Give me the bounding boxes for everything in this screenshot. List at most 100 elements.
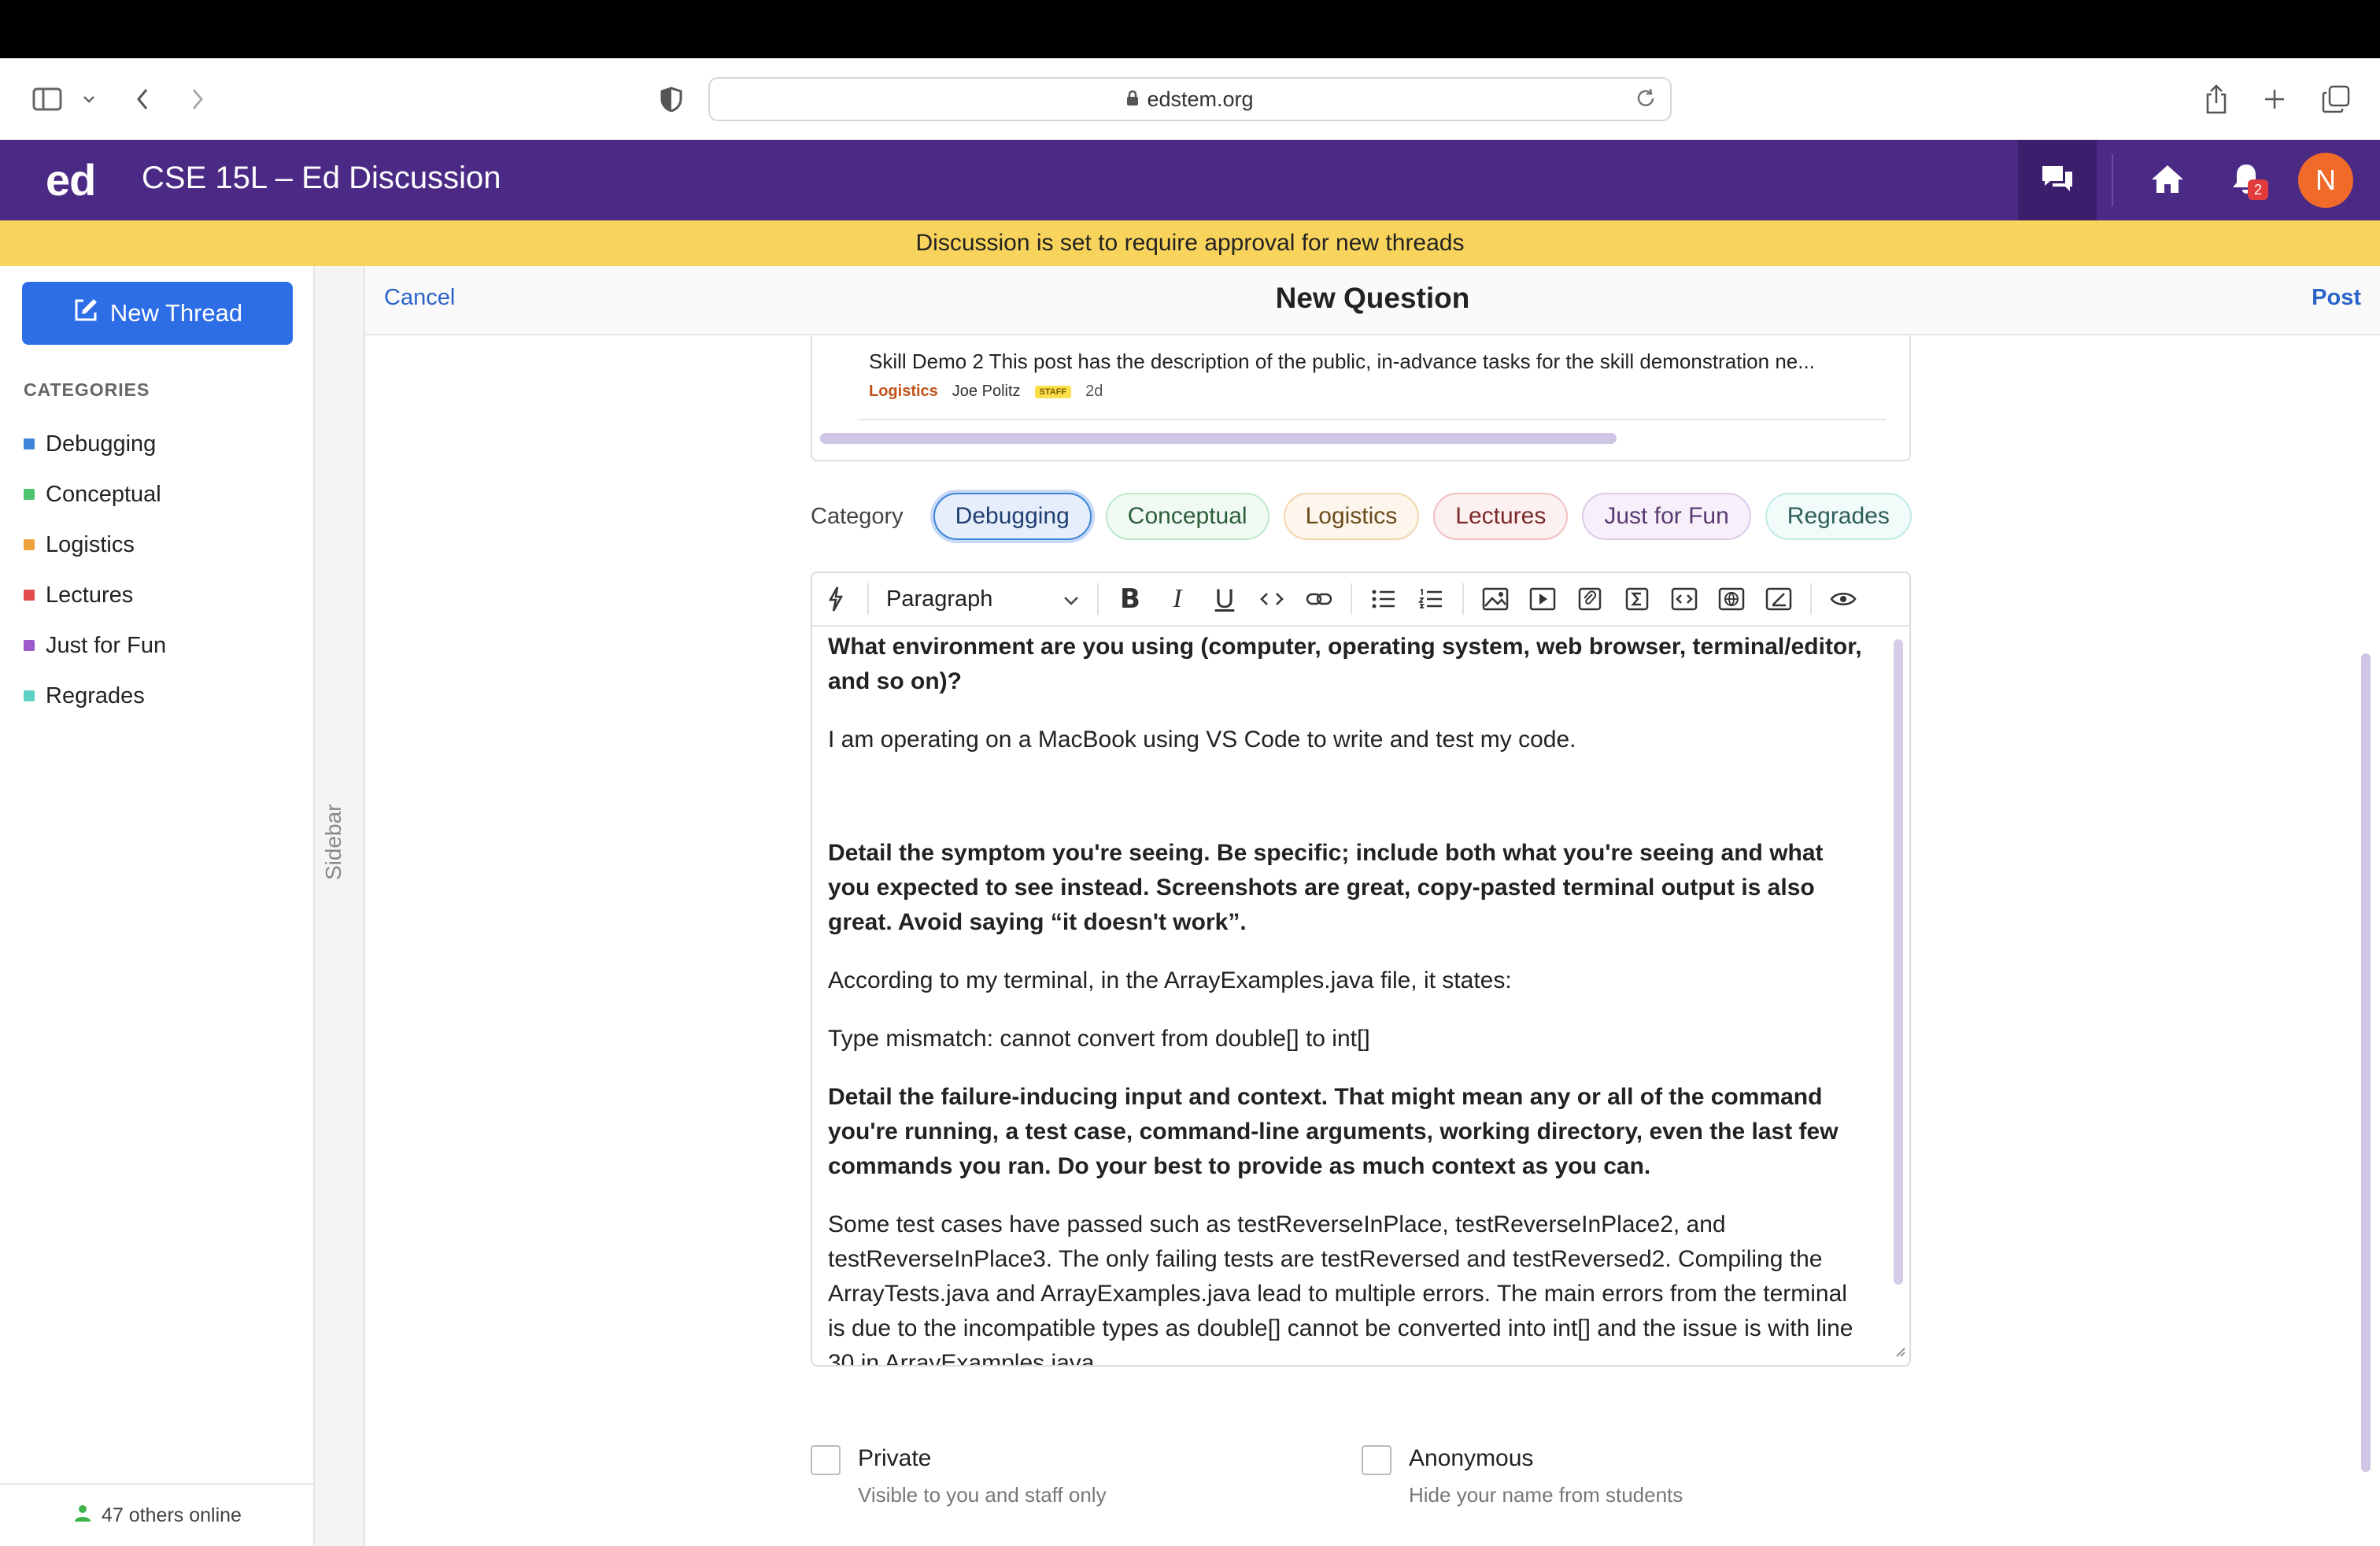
sidebar-item-conceptual[interactable]: Conceptual bbox=[24, 477, 161, 512]
category-chip-lectures[interactable]: Lectures bbox=[1433, 493, 1569, 540]
answer-paragraph: Type mismatch: cannot convert from doubl… bbox=[828, 1026, 1370, 1052]
app-header: ed CSE 15L – Ed Discussion 2 N bbox=[0, 140, 2380, 220]
sidebar-item-lectures[interactable]: Lectures bbox=[24, 578, 133, 612]
tab-overview-icon[interactable] bbox=[2319, 82, 2353, 117]
home-icon bbox=[2150, 163, 2185, 198]
chevron-down-icon[interactable] bbox=[77, 82, 101, 117]
toolbar-divider bbox=[1097, 583, 1099, 615]
web-embed-icon[interactable] bbox=[1708, 572, 1755, 626]
sidebar-item-logistics[interactable]: Logistics bbox=[24, 527, 135, 562]
category-chip-just-for-fun[interactable]: Just for Fun bbox=[1582, 493, 1751, 540]
ed-logo[interactable]: ed bbox=[46, 154, 96, 205]
related-divider bbox=[859, 419, 1886, 420]
category-chip-debugging[interactable]: Debugging bbox=[933, 493, 1092, 540]
just-for-fun-color-dot bbox=[24, 640, 35, 651]
logistics-color-dot bbox=[24, 539, 35, 550]
discussion-button[interactable] bbox=[2018, 140, 2097, 220]
sidebar-item-label: Logistics bbox=[46, 531, 135, 557]
avatar[interactable]: N bbox=[2298, 153, 2353, 208]
question-heading: Detail the symptom you're seeing. Be spe… bbox=[828, 840, 1824, 935]
rich-text-editor: Paragraph 𝗕 I U What environment are you… bbox=[811, 571, 1911, 1367]
new-thread-button[interactable]: New Thread bbox=[22, 282, 293, 345]
browser-toolbar: edstem.org bbox=[0, 58, 2380, 140]
page-title: New Question bbox=[1275, 282, 1470, 314]
lectures-color-dot bbox=[24, 590, 35, 601]
image-icon[interactable] bbox=[1472, 572, 1519, 626]
draw-icon[interactable] bbox=[1755, 572, 1802, 626]
user-icon bbox=[73, 1503, 92, 1528]
math-icon[interactable] bbox=[1613, 572, 1661, 626]
private-checkbox[interactable] bbox=[811, 1445, 841, 1475]
video-icon[interactable] bbox=[1519, 572, 1566, 626]
address-bar[interactable]: edstem.org bbox=[708, 77, 1672, 121]
preview-eye-icon[interactable] bbox=[1820, 572, 1867, 626]
editor-toolbar: Paragraph 𝗕 I U bbox=[812, 573, 1909, 627]
toolbar-divider bbox=[1351, 583, 1352, 615]
sidebar-toggle-icon[interactable] bbox=[30, 82, 65, 117]
forward-icon[interactable] bbox=[186, 82, 209, 117]
anonymous-checkbox[interactable] bbox=[1362, 1445, 1391, 1475]
anonymous-label: Anonymous bbox=[1409, 1445, 1534, 1471]
debugging-color-dot bbox=[24, 438, 35, 449]
online-status: 47 others online bbox=[0, 1483, 315, 1546]
underline-icon[interactable]: U bbox=[1201, 572, 1248, 626]
italic-icon[interactable]: I bbox=[1154, 572, 1201, 626]
notification-badge: 2 bbox=[2248, 179, 2268, 200]
code-block-icon[interactable] bbox=[1661, 572, 1708, 626]
sidebar-item-regrades[interactable]: Regrades bbox=[24, 679, 145, 713]
online-count: 47 others online bbox=[102, 1503, 242, 1526]
reload-icon[interactable] bbox=[1634, 87, 1658, 116]
sidebar-item-just-for-fun[interactable]: Just for Fun bbox=[24, 628, 166, 663]
attachment-icon[interactable] bbox=[1566, 572, 1613, 626]
answer-paragraph: I am operating on a MacBook using VS Cod… bbox=[828, 727, 1576, 753]
toolbar-divider bbox=[867, 583, 869, 615]
editor-content[interactable]: What environment are you using (computer… bbox=[812, 627, 1909, 1365]
link-icon[interactable] bbox=[1295, 572, 1343, 626]
cancel-button[interactable]: Cancel bbox=[384, 285, 455, 311]
shield-icon[interactable] bbox=[658, 82, 685, 117]
lightning-icon[interactable] bbox=[812, 572, 859, 626]
related-threads-panel: Skill Demo 2 This post has the descripti… bbox=[811, 335, 1911, 461]
inline-code-icon[interactable] bbox=[1248, 572, 1295, 626]
answer-paragraph: According to my terminal, in the ArrayEx… bbox=[828, 967, 1512, 993]
edit-icon bbox=[72, 297, 99, 330]
sidebar-collapse-label: Sidebar bbox=[321, 804, 346, 880]
related-thread-title[interactable]: Skill Demo 2 This post has the descripti… bbox=[869, 350, 1815, 374]
numbered-list-icon[interactable] bbox=[1407, 572, 1454, 626]
staff-badge: STAFF bbox=[1034, 385, 1072, 398]
category-chip-conceptual[interactable]: Conceptual bbox=[1105, 493, 1269, 540]
page-scrollbar[interactable] bbox=[2361, 653, 2371, 1472]
related-scrollbar[interactable] bbox=[820, 433, 1617, 444]
resize-handle-icon[interactable] bbox=[1894, 1345, 1906, 1362]
related-thread-time: 2d bbox=[1085, 383, 1103, 400]
sidebar-item-label: Just for Fun bbox=[46, 632, 167, 658]
category-chip-logistics[interactable]: Logistics bbox=[1283, 493, 1420, 540]
back-icon[interactable] bbox=[131, 82, 154, 117]
editor-scrollbar[interactable] bbox=[1894, 639, 1903, 1285]
chat-icon bbox=[2041, 164, 2074, 198]
header-divider bbox=[2112, 154, 2113, 206]
sidebar-item-label: Regrades bbox=[46, 682, 145, 708]
sidebar-item-label: Conceptual bbox=[46, 481, 161, 507]
new-thread-label: New Thread bbox=[109, 299, 243, 327]
approval-notice: Discussion is set to require approval fo… bbox=[0, 220, 2380, 266]
screen-top-bar bbox=[0, 0, 2380, 58]
toolbar-divider bbox=[1810, 583, 1812, 615]
home-button[interactable] bbox=[2128, 140, 2207, 220]
paragraph-style-select[interactable]: Paragraph bbox=[877, 586, 1089, 612]
course-title: CSE 15L – Ed Discussion bbox=[142, 161, 501, 195]
private-description: Visible to you and staff only bbox=[858, 1483, 1107, 1507]
related-thread-meta: Logistics Joe Politz STAFF 2d bbox=[869, 383, 1103, 401]
answer-paragraph: Some test cases have passed such as test… bbox=[828, 1211, 1853, 1365]
notifications-button[interactable] bbox=[2207, 140, 2286, 220]
post-button[interactable]: Post bbox=[2312, 285, 2361, 311]
bold-icon[interactable]: 𝗕 bbox=[1107, 572, 1154, 626]
sidebar-item-debugging[interactable]: Debugging bbox=[24, 427, 156, 461]
sidebar-item-label: Debugging bbox=[46, 431, 157, 457]
toolbar-divider bbox=[1462, 583, 1464, 615]
new-tab-icon[interactable] bbox=[2259, 82, 2290, 117]
category-chip-regrades[interactable]: Regrades bbox=[1765, 493, 1912, 540]
sidebar-collapse-toggle[interactable]: Sidebar bbox=[315, 266, 365, 1546]
bullet-list-icon[interactable] bbox=[1360, 572, 1407, 626]
share-icon[interactable] bbox=[2201, 82, 2232, 117]
